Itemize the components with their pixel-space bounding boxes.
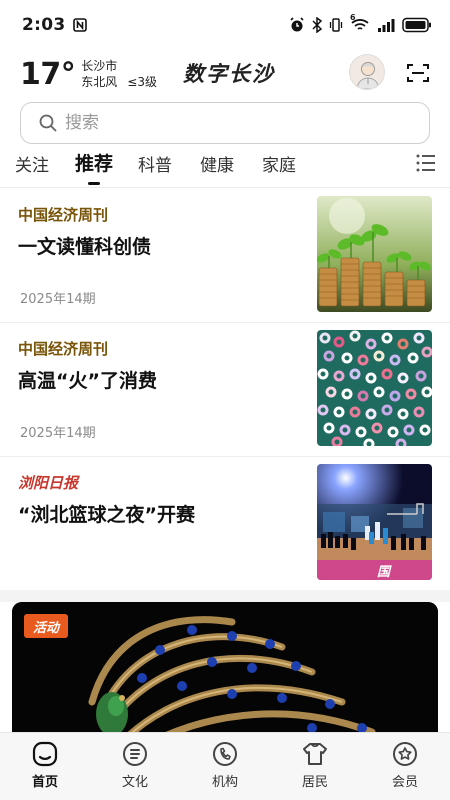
temperature: 17° xyxy=(20,56,76,92)
section-gap xyxy=(0,590,450,602)
peacock-sculpture-image xyxy=(12,602,438,742)
article-date: 2025年14期 xyxy=(20,426,96,441)
activity-tag: 活动 xyxy=(24,614,68,638)
weather-info[interactable]: 长沙市 东北风 ≤3级 xyxy=(81,58,157,90)
nav-item-culture[interactable]: 文化 xyxy=(90,733,180,800)
svg-text:国: 国 xyxy=(377,565,392,580)
nav-label-member: 会员 xyxy=(391,775,418,790)
wifi-label: 6 xyxy=(350,13,356,22)
alarm-icon xyxy=(290,17,304,32)
search-bar[interactable] xyxy=(20,102,430,144)
bluetooth-icon xyxy=(312,17,322,33)
colorful-rings-image xyxy=(317,330,432,446)
bottom-nav: 首页 文化 机构 居民 会员 xyxy=(0,732,450,800)
app-header: 17° 长沙市 东北风 ≤3级 数字长沙 xyxy=(0,50,450,98)
tab-health[interactable]: 健康 xyxy=(200,151,234,176)
category-tabs: 关注 推荐 科普 健康 家庭 xyxy=(0,148,450,186)
avatar[interactable] xyxy=(349,54,385,90)
nav-item-member[interactable]: 会员 xyxy=(360,733,450,800)
nav-label-home: 首页 xyxy=(31,775,58,790)
tab-follow[interactable]: 关注 xyxy=(15,151,49,176)
city-name: 长沙市 xyxy=(81,59,118,73)
nav-item-institution[interactable]: 机构 xyxy=(180,733,270,800)
article-title: 一文读懂科创债 xyxy=(18,236,152,258)
wifi-icon: 6 xyxy=(350,13,370,33)
nfc-icon xyxy=(73,18,88,32)
tab-family[interactable]: 家庭 xyxy=(262,151,296,176)
article-source: 中国经济周刊 xyxy=(18,340,109,358)
home-icon xyxy=(32,741,58,767)
basketball-night-image: 国 xyxy=(317,464,432,580)
search-input[interactable] xyxy=(65,113,365,133)
status-time: 2:03 xyxy=(22,15,66,35)
tab-science[interactable]: 科普 xyxy=(138,151,172,176)
nav-item-home[interactable]: 首页 xyxy=(0,733,90,800)
vibrate-icon xyxy=(329,18,343,32)
avatar-image xyxy=(356,62,380,89)
article-item[interactable]: 中国经济周刊 高温“火”了消费 2025年14期 xyxy=(0,322,450,457)
resident-icon xyxy=(303,743,327,765)
article-date: 2025年14期 xyxy=(20,292,96,307)
article-title: 高温“火”了消费 xyxy=(18,370,157,392)
article-source: 浏阳日报 xyxy=(18,474,79,492)
institution-icon xyxy=(213,742,237,766)
tab-recommend[interactable]: 推荐 xyxy=(75,149,113,176)
active-tab-indicator xyxy=(88,182,100,185)
wind-level: ≤3级 xyxy=(127,75,157,89)
article-item[interactable]: 浏阳日报 “浏北篮球之夜”开赛 国 xyxy=(0,456,450,591)
signal-icon xyxy=(378,19,395,32)
scan-icon[interactable] xyxy=(406,62,430,84)
brand-logo: 数字长沙 xyxy=(183,61,275,86)
coins-plants-image xyxy=(317,196,432,312)
nav-label-culture: 文化 xyxy=(121,775,148,790)
member-icon xyxy=(393,742,417,766)
activity-banner[interactable]: 活动 xyxy=(12,602,438,742)
nav-item-resident[interactable]: 居民 xyxy=(270,733,360,800)
tabs-menu-icon[interactable] xyxy=(416,154,436,172)
nav-label-institution: 机构 xyxy=(211,775,238,790)
status-bar: 2:03 6 xyxy=(0,0,450,50)
nav-label-resident: 居民 xyxy=(301,775,328,790)
article-source: 中国经济周刊 xyxy=(18,206,109,224)
article-title: “浏北篮球之夜”开赛 xyxy=(18,504,195,526)
culture-icon xyxy=(123,742,147,766)
search-icon xyxy=(39,114,57,132)
article-item[interactable]: 中国经济周刊 一文读懂科创债 2025年14期 xyxy=(0,188,450,323)
battery-icon xyxy=(402,17,431,33)
wind-direction: 东北风 xyxy=(81,75,118,89)
